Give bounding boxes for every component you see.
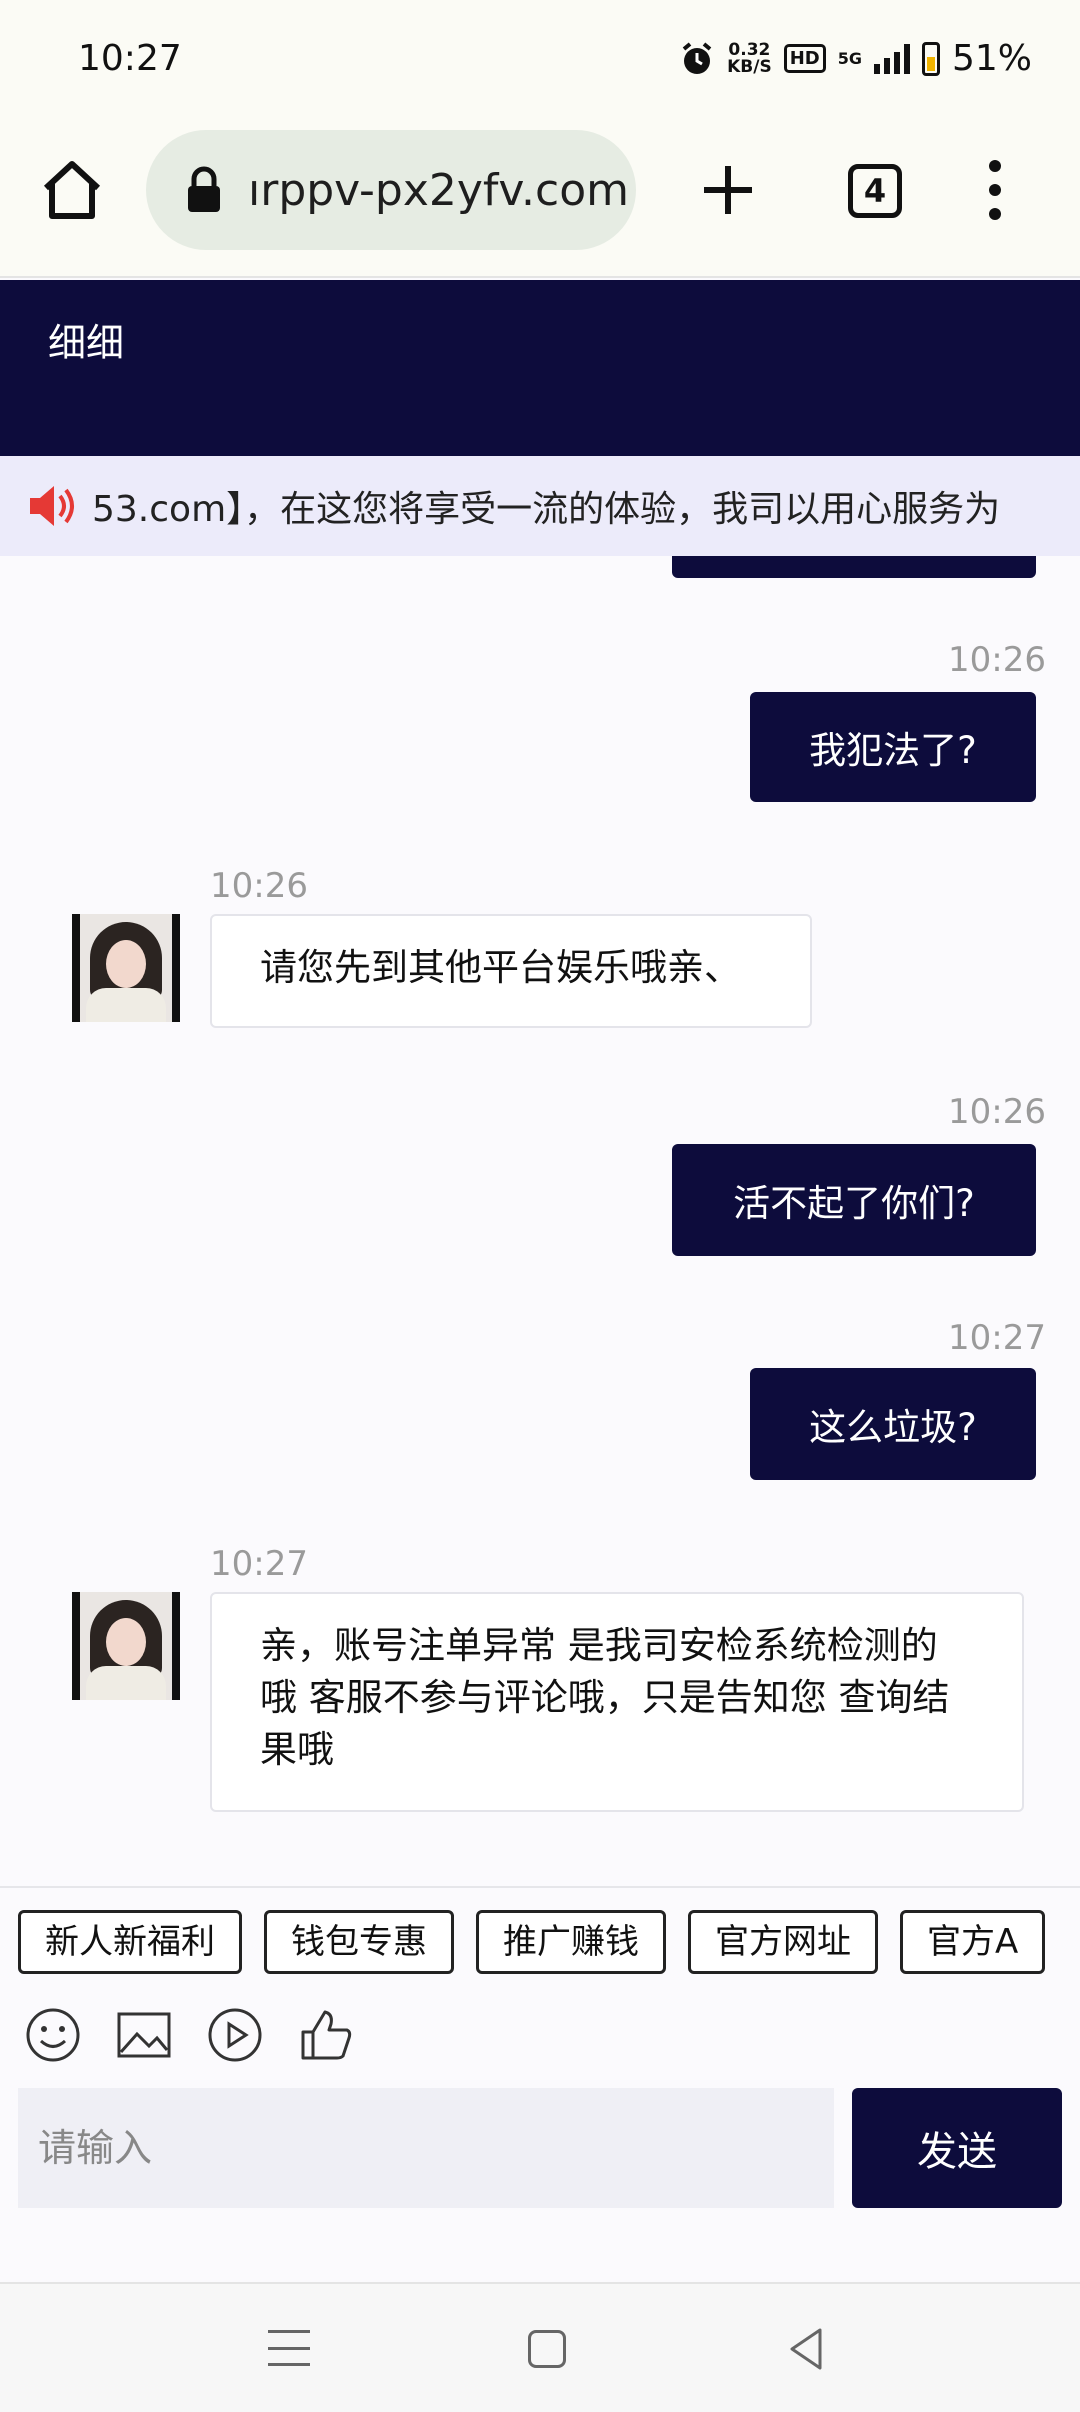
battery-percent: 51% [951,38,1032,79]
input-area: 新人新福利钱包专惠推广赚钱官方网址官方A 发送 [0,1886,1080,2282]
thumbs-up-icon[interactable] [297,2006,355,2064]
quick-tag[interactable]: 新人新福利 [18,1910,242,1974]
message-time: 10:27 [210,1544,308,1584]
lock-icon [188,166,220,212]
tab-switcher-button[interactable]: 4 [848,164,902,218]
quick-tags: 新人新福利 钱包专惠 推广赚钱 官方网址 官方A [18,1910,1062,1976]
browser-toolbar: ırppv-px2yfv.com 4 [0,120,1080,278]
notice-bar: 53.com】，在这您将享受一流的体验，我司以用心服务为 [0,456,1080,556]
message-time: 10:26 [210,866,308,906]
video-icon[interactable] [206,2006,264,2064]
message-bubble-outgoing[interactable]: 我犯法了? [750,692,1036,802]
home-nav-icon[interactable] [528,2330,566,2368]
net-speed: 0.32 KB/S [727,39,772,77]
battery-icon [921,41,940,76]
back-icon[interactable] [786,2326,826,2372]
message-time: 10:26 [948,1092,1046,1132]
message-bubble-incoming[interactable]: 亲，账号注单异常 是我司安检系统检测的哦 客服不参与评论哦，只是告知您 查询结果… [210,1592,1024,1812]
url-text: ırppv-px2yfv.com [248,164,629,216]
status-time: 10:27 [78,38,182,79]
message-bubble-partial [672,556,1036,578]
quick-tag[interactable]: 官方A [900,1910,1046,1974]
signal-icon [873,43,910,74]
alarm-icon [682,41,712,74]
send-button[interactable]: 发送 [852,2088,1062,2208]
signal-type: 5G [837,49,862,68]
more-menu-icon[interactable] [980,160,1010,220]
system-nav-bar [0,2282,1080,2412]
agent-avatar[interactable] [72,1592,180,1700]
chat-title: 细细 [48,321,125,365]
image-icon[interactable] [115,2006,173,2064]
agent-avatar[interactable] [72,914,180,1022]
home-icon[interactable] [40,158,104,222]
recent-apps-icon[interactable] [268,2330,310,2366]
tool-row [24,2006,355,2064]
speaker-icon [30,486,74,526]
chat-header: 细细 [0,280,1080,456]
message-bubble-outgoing[interactable]: 活不起了你们? [672,1144,1036,1256]
emoji-icon[interactable] [24,2006,82,2064]
status-icons: 0.32 KB/S HD 5G 51% [679,38,1032,79]
quick-tag[interactable]: 钱包专惠 [264,1910,454,1974]
new-tab-icon[interactable] [698,160,758,220]
url-bar[interactable]: ırppv-px2yfv.com [146,130,636,250]
message-time: 10:27 [948,1318,1046,1358]
message-time: 10:26 [948,640,1046,680]
quick-tag[interactable]: 官方网址 [688,1910,878,1974]
status-bar: 10:27 0.32 KB/S HD 5G 51% [0,0,1080,120]
message-bubble-incoming[interactable]: 请您先到其他平台娱乐哦亲、 [210,914,812,1028]
quick-tag[interactable]: 推广赚钱 [476,1910,666,1974]
message-list[interactable]: 10:26 我犯法了? 10:26 请您先到其他平台娱乐哦亲、 10:26 活不… [0,556,1080,1886]
hd-badge: HD [783,44,826,73]
message-input[interactable] [18,2088,834,2208]
message-bubble-outgoing[interactable]: 这么垃圾? [750,1368,1036,1480]
notice-text: 53.com】，在这您将享受一流的体验，我司以用心服务为 [92,489,1001,530]
